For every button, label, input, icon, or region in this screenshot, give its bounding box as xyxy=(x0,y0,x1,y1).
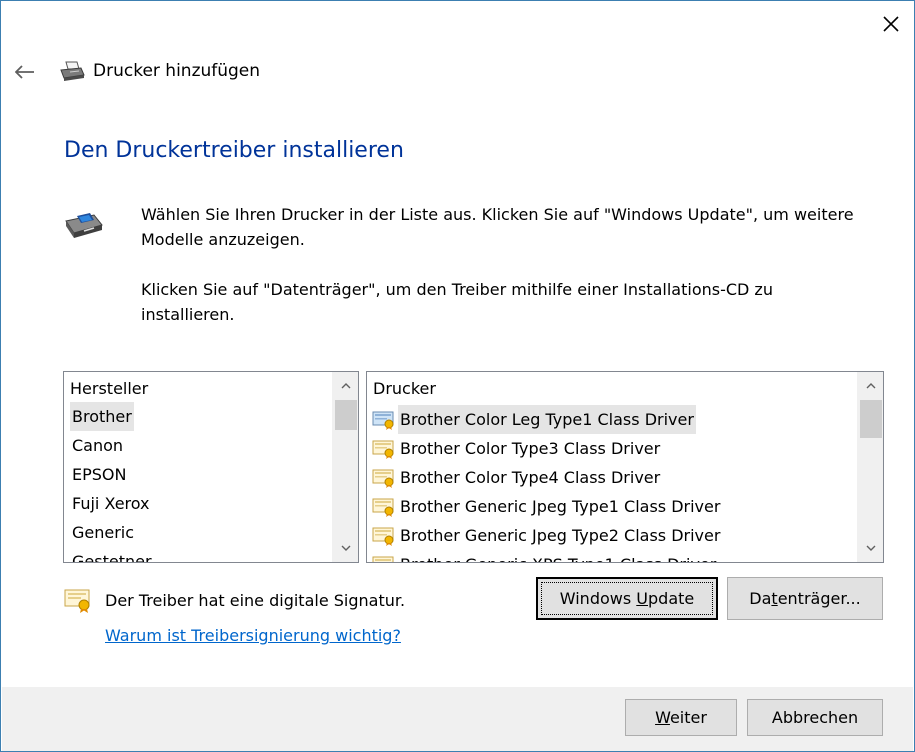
signature-text: Der Treiber hat eine digitale Signatur. xyxy=(105,590,406,610)
printer-item[interactable]: Brother Generic XPS Type1 Class Driver xyxy=(367,550,857,562)
back-button[interactable] xyxy=(13,61,37,83)
chevron-down-icon xyxy=(866,545,876,551)
button-label: Weiter xyxy=(655,708,707,727)
printer-label: Brother Color Type3 Class Driver xyxy=(400,439,661,458)
manufacturer-item-epson[interactable]: EPSON xyxy=(64,460,332,489)
printer-list[interactable]: Drucker Brother Color Leg Type1 Class Dr… xyxy=(366,371,884,563)
certified-driver-icon xyxy=(372,411,394,430)
button-label: Datenträger... xyxy=(749,589,861,608)
instructions: Wählen Sie Ihren Drucker in der Liste au… xyxy=(141,202,861,352)
instruction-disk: Klicken Sie auf "Datenträger", um den Tr… xyxy=(141,280,773,324)
button-label: Abbrechen xyxy=(771,708,859,727)
chevron-up-icon xyxy=(866,383,876,389)
printer-icon xyxy=(65,213,103,238)
manufacturer-item-brother[interactable]: Brother xyxy=(64,402,332,431)
scroll-down-button[interactable] xyxy=(858,535,883,561)
scrollbar-thumb[interactable] xyxy=(860,400,882,438)
cancel-button[interactable]: Abbrechen xyxy=(747,699,883,736)
manufacturer-scrollbar[interactable] xyxy=(332,372,358,562)
add-printer-wizard-window: Drucker hinzufügen Den Druckertreiber in… xyxy=(0,0,915,752)
printer-scrollbar[interactable] xyxy=(857,372,883,562)
manufacturer-item-canon[interactable]: Canon xyxy=(64,431,332,460)
scrollbar-thumb[interactable] xyxy=(335,400,357,430)
printer-label: Brother Generic Jpeg Type1 Class Driver xyxy=(400,497,721,516)
back-arrow-icon xyxy=(15,65,34,79)
wizard-header: Drucker hinzufügen xyxy=(59,60,260,82)
printer-item[interactable]: Brother Color Leg Type1 Class Driver xyxy=(367,405,857,434)
driver-signing-info-link[interactable]: Warum ist Treibersignierung wichtig? xyxy=(105,626,401,645)
manufacturer-list-header: Hersteller xyxy=(70,379,149,398)
wizard-title: Drucker hinzufügen xyxy=(93,61,261,81)
printer-item[interactable]: Brother Color Type4 Class Driver xyxy=(367,463,857,492)
manufacturer-label: Fuji Xerox xyxy=(72,494,150,513)
chevron-up-icon xyxy=(341,383,351,389)
certified-driver-icon xyxy=(372,556,394,562)
manufacturer-item-gestetner[interactable]: Gestetner xyxy=(64,547,332,563)
manufacturer-items: Brother Canon EPSON Fuji Xerox Generic G… xyxy=(64,402,332,563)
scroll-down-button[interactable] xyxy=(333,535,358,561)
printer-item[interactable]: Brother Generic Jpeg Type1 Class Driver xyxy=(367,492,857,521)
printer-item[interactable]: Brother Color Type3 Class Driver xyxy=(367,434,857,463)
certified-driver-icon xyxy=(372,498,394,517)
certified-driver-icon xyxy=(372,440,394,459)
page-title: Den Druckertreiber installieren xyxy=(64,138,404,163)
printer-label: Brother Generic XPS Type1 Class Driver xyxy=(398,550,718,562)
printer-icon xyxy=(60,61,85,81)
have-disk-button[interactable]: Datenträger... xyxy=(727,577,883,620)
printer-list-header: Drucker xyxy=(373,379,436,398)
button-label: Windows Update xyxy=(559,589,695,608)
manufacturer-label: EPSON xyxy=(72,465,127,484)
instruction-windows-update: Wählen Sie Ihren Drucker in der Liste au… xyxy=(141,205,854,249)
scroll-up-button[interactable] xyxy=(333,373,358,399)
manufacturer-label: Generic xyxy=(72,523,135,542)
scroll-up-button[interactable] xyxy=(858,373,883,399)
printer-label: Brother Generic Jpeg Type2 Class Driver xyxy=(400,526,721,545)
certified-driver-icon xyxy=(372,469,394,488)
manufacturer-label: Canon xyxy=(72,436,124,455)
close-button[interactable] xyxy=(876,9,906,39)
close-icon xyxy=(883,16,899,32)
printer-item[interactable]: Brother Generic Jpeg Type2 Class Driver xyxy=(367,521,857,550)
chevron-down-icon xyxy=(341,545,351,551)
manufacturer-item-fuji-xerox[interactable]: Fuji Xerox xyxy=(64,489,332,518)
manufacturer-label: Brother xyxy=(70,402,134,431)
certified-driver-icon xyxy=(64,589,90,613)
printer-label: Brother Color Type4 Class Driver xyxy=(400,468,661,487)
signature-status: Der Treiber hat eine digitale Signatur. xyxy=(64,587,405,613)
printer-label: Brother Color Leg Type1 Class Driver xyxy=(398,405,696,434)
manufacturer-label: Gestetner xyxy=(72,552,152,563)
next-button[interactable]: Weiter xyxy=(625,699,737,736)
manufacturer-item-generic[interactable]: Generic xyxy=(64,518,332,547)
manufacturer-list[interactable]: Hersteller Brother Canon EPSON Fuji Xero… xyxy=(63,371,359,563)
windows-update-button[interactable]: Windows Update xyxy=(536,577,718,620)
printer-items: Brother Color Leg Type1 Class Driver Bro… xyxy=(367,405,857,562)
certified-driver-icon xyxy=(372,527,394,546)
